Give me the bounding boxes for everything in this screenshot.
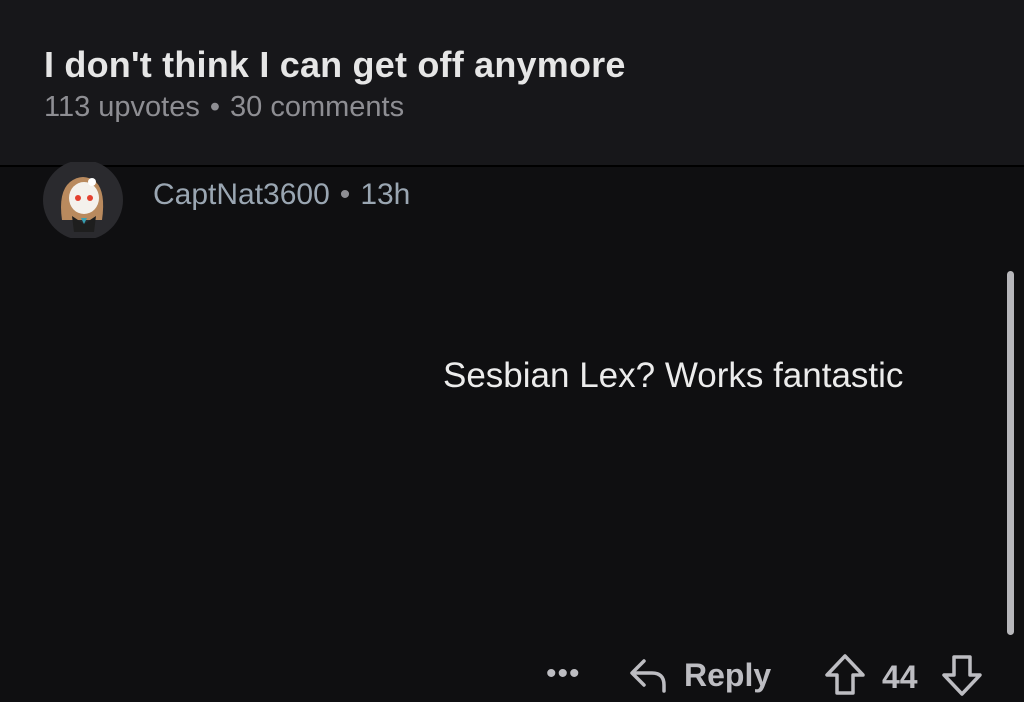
comment-count[interactable]: 30 comments (230, 91, 404, 123)
comment-author-line: CaptNat3600 • 13h (153, 178, 410, 212)
avatar-icon[interactable] (40, 160, 126, 240)
comment-body: Sesbian Lex? Works fantastic (443, 356, 904, 395)
comment-header: CaptNat3600 • 13h (40, 160, 740, 242)
scrollbar[interactable] (1007, 271, 1014, 635)
downvote-arrow-icon (942, 655, 982, 696)
post-header: I don't think I can get off anymore 113 … (0, 0, 1024, 167)
reply-button[interactable]: Reply (628, 653, 771, 697)
post-title[interactable]: I don't think I can get off anymore (44, 44, 626, 86)
upvote-count: 113 upvotes (44, 91, 200, 123)
author-separator: • (339, 178, 351, 211)
author-name[interactable]: CaptNat3600 (153, 178, 330, 211)
downvote-button[interactable] (941, 653, 983, 702)
reply-label: Reply (684, 656, 772, 693)
reply-arrow-icon (630, 659, 666, 693)
comment-actions: ••• Reply 44 (540, 645, 1024, 702)
meta-separator: • (209, 91, 221, 123)
comment-time: 13h (360, 178, 411, 211)
upvote-button[interactable] (824, 653, 866, 702)
vote-count: 44 (882, 659, 918, 695)
upvote-arrow-icon (825, 654, 865, 695)
more-dots-icon[interactable]: ••• (546, 659, 581, 689)
page: I don't think I can get off anymore 113 … (0, 0, 1024, 702)
post-meta: 113 upvotes • 30 comments (44, 91, 404, 124)
